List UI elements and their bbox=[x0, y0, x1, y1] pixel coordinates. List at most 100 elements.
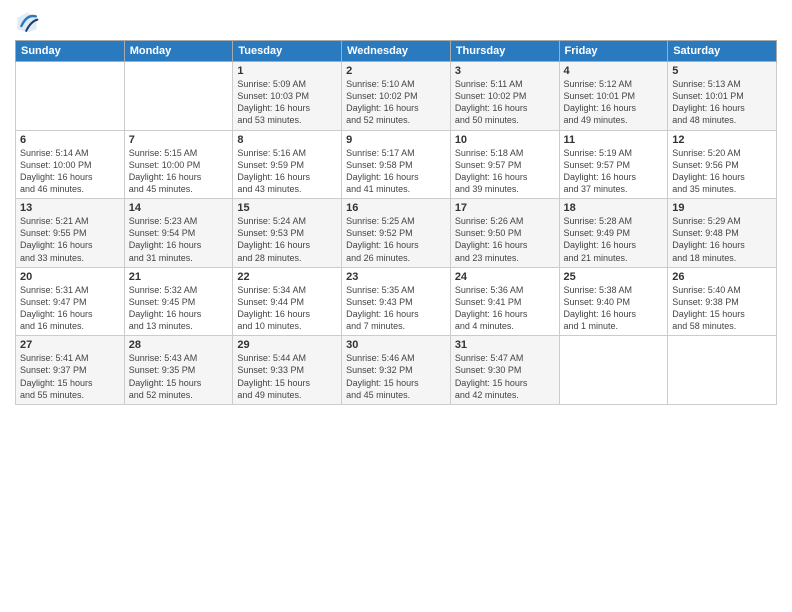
calendar-cell: 20Sunrise: 5:31 AM Sunset: 9:47 PM Dayli… bbox=[16, 267, 125, 336]
day-number: 3 bbox=[455, 65, 555, 77]
day-number: 21 bbox=[129, 271, 229, 283]
day-info: Sunrise: 5:17 AM Sunset: 9:58 PM Dayligh… bbox=[346, 147, 446, 196]
day-info: Sunrise: 5:35 AM Sunset: 9:43 PM Dayligh… bbox=[346, 284, 446, 333]
day-number: 15 bbox=[237, 202, 337, 214]
logo bbox=[15, 10, 41, 34]
calendar-cell bbox=[559, 336, 668, 405]
week-row-5: 27Sunrise: 5:41 AM Sunset: 9:37 PM Dayli… bbox=[16, 336, 777, 405]
calendar-cell: 17Sunrise: 5:26 AM Sunset: 9:50 PM Dayli… bbox=[450, 199, 559, 268]
day-number: 26 bbox=[672, 271, 772, 283]
day-number: 18 bbox=[564, 202, 664, 214]
calendar-cell bbox=[668, 336, 777, 405]
page: SundayMondayTuesdayWednesdayThursdayFrid… bbox=[0, 0, 792, 612]
day-number: 29 bbox=[237, 339, 337, 351]
day-number: 28 bbox=[129, 339, 229, 351]
day-info: Sunrise: 5:23 AM Sunset: 9:54 PM Dayligh… bbox=[129, 215, 229, 264]
day-number: 8 bbox=[237, 134, 337, 146]
calendar-header-row: SundayMondayTuesdayWednesdayThursdayFrid… bbox=[16, 41, 777, 62]
day-header-wednesday: Wednesday bbox=[342, 41, 451, 62]
day-info: Sunrise: 5:36 AM Sunset: 9:41 PM Dayligh… bbox=[455, 284, 555, 333]
day-header-friday: Friday bbox=[559, 41, 668, 62]
calendar-cell: 18Sunrise: 5:28 AM Sunset: 9:49 PM Dayli… bbox=[559, 199, 668, 268]
day-number: 27 bbox=[20, 339, 120, 351]
day-number: 14 bbox=[129, 202, 229, 214]
day-info: Sunrise: 5:43 AM Sunset: 9:35 PM Dayligh… bbox=[129, 352, 229, 401]
day-number: 7 bbox=[129, 134, 229, 146]
calendar-cell: 11Sunrise: 5:19 AM Sunset: 9:57 PM Dayli… bbox=[559, 130, 668, 199]
day-number: 9 bbox=[346, 134, 446, 146]
day-number: 17 bbox=[455, 202, 555, 214]
calendar-cell: 10Sunrise: 5:18 AM Sunset: 9:57 PM Dayli… bbox=[450, 130, 559, 199]
calendar-cell: 3Sunrise: 5:11 AM Sunset: 10:02 PM Dayli… bbox=[450, 62, 559, 131]
day-info: Sunrise: 5:32 AM Sunset: 9:45 PM Dayligh… bbox=[129, 284, 229, 333]
day-info: Sunrise: 5:24 AM Sunset: 9:53 PM Dayligh… bbox=[237, 215, 337, 264]
day-number: 1 bbox=[237, 65, 337, 77]
day-number: 31 bbox=[455, 339, 555, 351]
day-info: Sunrise: 5:14 AM Sunset: 10:00 PM Daylig… bbox=[20, 147, 120, 196]
day-info: Sunrise: 5:28 AM Sunset: 9:49 PM Dayligh… bbox=[564, 215, 664, 264]
logo-icon bbox=[15, 10, 39, 34]
calendar-cell: 19Sunrise: 5:29 AM Sunset: 9:48 PM Dayli… bbox=[668, 199, 777, 268]
day-info: Sunrise: 5:09 AM Sunset: 10:03 PM Daylig… bbox=[237, 78, 337, 127]
calendar-cell: 31Sunrise: 5:47 AM Sunset: 9:30 PM Dayli… bbox=[450, 336, 559, 405]
day-number: 13 bbox=[20, 202, 120, 214]
day-info: Sunrise: 5:12 AM Sunset: 10:01 PM Daylig… bbox=[564, 78, 664, 127]
day-number: 2 bbox=[346, 65, 446, 77]
calendar: SundayMondayTuesdayWednesdayThursdayFrid… bbox=[15, 40, 777, 405]
day-info: Sunrise: 5:40 AM Sunset: 9:38 PM Dayligh… bbox=[672, 284, 772, 333]
calendar-cell: 21Sunrise: 5:32 AM Sunset: 9:45 PM Dayli… bbox=[124, 267, 233, 336]
day-info: Sunrise: 5:34 AM Sunset: 9:44 PM Dayligh… bbox=[237, 284, 337, 333]
calendar-cell: 8Sunrise: 5:16 AM Sunset: 9:59 PM Daylig… bbox=[233, 130, 342, 199]
day-number: 6 bbox=[20, 134, 120, 146]
day-header-tuesday: Tuesday bbox=[233, 41, 342, 62]
day-number: 16 bbox=[346, 202, 446, 214]
calendar-cell: 25Sunrise: 5:38 AM Sunset: 9:40 PM Dayli… bbox=[559, 267, 668, 336]
day-number: 20 bbox=[20, 271, 120, 283]
day-info: Sunrise: 5:41 AM Sunset: 9:37 PM Dayligh… bbox=[20, 352, 120, 401]
calendar-cell: 26Sunrise: 5:40 AM Sunset: 9:38 PM Dayli… bbox=[668, 267, 777, 336]
day-info: Sunrise: 5:11 AM Sunset: 10:02 PM Daylig… bbox=[455, 78, 555, 127]
calendar-cell: 2Sunrise: 5:10 AM Sunset: 10:02 PM Dayli… bbox=[342, 62, 451, 131]
week-row-3: 13Sunrise: 5:21 AM Sunset: 9:55 PM Dayli… bbox=[16, 199, 777, 268]
day-info: Sunrise: 5:16 AM Sunset: 9:59 PM Dayligh… bbox=[237, 147, 337, 196]
day-info: Sunrise: 5:25 AM Sunset: 9:52 PM Dayligh… bbox=[346, 215, 446, 264]
week-row-4: 20Sunrise: 5:31 AM Sunset: 9:47 PM Dayli… bbox=[16, 267, 777, 336]
calendar-cell: 16Sunrise: 5:25 AM Sunset: 9:52 PM Dayli… bbox=[342, 199, 451, 268]
calendar-cell bbox=[16, 62, 125, 131]
calendar-cell: 14Sunrise: 5:23 AM Sunset: 9:54 PM Dayli… bbox=[124, 199, 233, 268]
day-info: Sunrise: 5:21 AM Sunset: 9:55 PM Dayligh… bbox=[20, 215, 120, 264]
week-row-1: 1Sunrise: 5:09 AM Sunset: 10:03 PM Dayli… bbox=[16, 62, 777, 131]
day-number: 10 bbox=[455, 134, 555, 146]
calendar-cell: 30Sunrise: 5:46 AM Sunset: 9:32 PM Dayli… bbox=[342, 336, 451, 405]
calendar-cell: 15Sunrise: 5:24 AM Sunset: 9:53 PM Dayli… bbox=[233, 199, 342, 268]
header bbox=[15, 10, 777, 34]
calendar-cell: 5Sunrise: 5:13 AM Sunset: 10:01 PM Dayli… bbox=[668, 62, 777, 131]
day-info: Sunrise: 5:29 AM Sunset: 9:48 PM Dayligh… bbox=[672, 215, 772, 264]
day-info: Sunrise: 5:31 AM Sunset: 9:47 PM Dayligh… bbox=[20, 284, 120, 333]
day-info: Sunrise: 5:44 AM Sunset: 9:33 PM Dayligh… bbox=[237, 352, 337, 401]
calendar-cell: 27Sunrise: 5:41 AM Sunset: 9:37 PM Dayli… bbox=[16, 336, 125, 405]
calendar-cell: 28Sunrise: 5:43 AM Sunset: 9:35 PM Dayli… bbox=[124, 336, 233, 405]
day-info: Sunrise: 5:13 AM Sunset: 10:01 PM Daylig… bbox=[672, 78, 772, 127]
calendar-cell: 7Sunrise: 5:15 AM Sunset: 10:00 PM Dayli… bbox=[124, 130, 233, 199]
day-info: Sunrise: 5:47 AM Sunset: 9:30 PM Dayligh… bbox=[455, 352, 555, 401]
calendar-cell: 12Sunrise: 5:20 AM Sunset: 9:56 PM Dayli… bbox=[668, 130, 777, 199]
day-header-monday: Monday bbox=[124, 41, 233, 62]
day-info: Sunrise: 5:46 AM Sunset: 9:32 PM Dayligh… bbox=[346, 352, 446, 401]
day-info: Sunrise: 5:15 AM Sunset: 10:00 PM Daylig… bbox=[129, 147, 229, 196]
day-info: Sunrise: 5:19 AM Sunset: 9:57 PM Dayligh… bbox=[564, 147, 664, 196]
day-info: Sunrise: 5:26 AM Sunset: 9:50 PM Dayligh… bbox=[455, 215, 555, 264]
calendar-cell: 1Sunrise: 5:09 AM Sunset: 10:03 PM Dayli… bbox=[233, 62, 342, 131]
calendar-cell: 24Sunrise: 5:36 AM Sunset: 9:41 PM Dayli… bbox=[450, 267, 559, 336]
day-info: Sunrise: 5:10 AM Sunset: 10:02 PM Daylig… bbox=[346, 78, 446, 127]
calendar-cell: 13Sunrise: 5:21 AM Sunset: 9:55 PM Dayli… bbox=[16, 199, 125, 268]
day-number: 12 bbox=[672, 134, 772, 146]
calendar-cell: 22Sunrise: 5:34 AM Sunset: 9:44 PM Dayli… bbox=[233, 267, 342, 336]
day-number: 19 bbox=[672, 202, 772, 214]
week-row-2: 6Sunrise: 5:14 AM Sunset: 10:00 PM Dayli… bbox=[16, 130, 777, 199]
day-number: 23 bbox=[346, 271, 446, 283]
day-number: 11 bbox=[564, 134, 664, 146]
calendar-cell: 4Sunrise: 5:12 AM Sunset: 10:01 PM Dayli… bbox=[559, 62, 668, 131]
day-number: 24 bbox=[455, 271, 555, 283]
day-info: Sunrise: 5:18 AM Sunset: 9:57 PM Dayligh… bbox=[455, 147, 555, 196]
